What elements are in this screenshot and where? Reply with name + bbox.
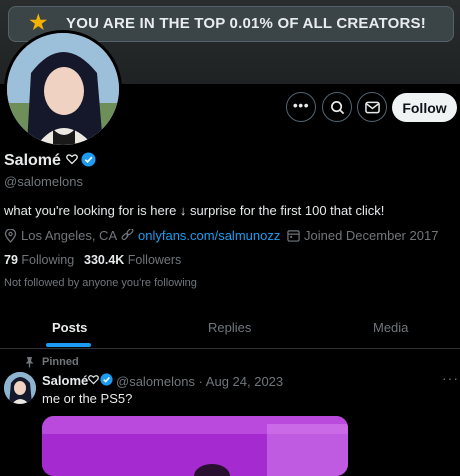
tab-replies[interactable]: Replies — [208, 320, 251, 335]
message-button[interactable] — [357, 92, 387, 122]
profile-avatar[interactable] — [4, 30, 122, 148]
more-icon: ••• — [292, 97, 310, 113]
post-handle-date[interactable]: @salomelons · Aug 24, 2023 — [116, 374, 283, 389]
link-icon — [121, 229, 134, 241]
post-author-avatar[interactable] — [4, 372, 36, 404]
calendar-icon — [287, 230, 300, 242]
post-author-name[interactable]: Salomé — [42, 373, 88, 388]
profile-handle: @salomelons — [4, 174, 83, 189]
achievement-text: YOU ARE IN THE TOP 0.01% OF ALL CREATORS… — [66, 15, 426, 32]
join-date: Joined December 2017 — [287, 228, 438, 243]
not-followed-text: Not followed by anyone you're following — [4, 277, 197, 289]
tab-posts[interactable]: Posts — [52, 320, 87, 335]
location-pin-icon — [4, 228, 17, 243]
tab-media[interactable]: Media — [373, 320, 408, 335]
profile-bio: what you're looking for is here ↓ surpri… — [4, 203, 385, 218]
following-stat[interactable]: 79 Following — [4, 253, 74, 267]
following-label: Following — [21, 253, 75, 267]
post-media-image[interactable] — [42, 416, 348, 476]
heart-icon — [66, 154, 78, 165]
search-icon — [330, 100, 344, 114]
followers-label: Followers — [127, 253, 182, 267]
location: Los Angeles, CA — [4, 228, 117, 243]
post-more-button[interactable]: ··· — [442, 370, 459, 386]
active-tab-indicator — [46, 343, 91, 347]
tabs-divider — [0, 348, 460, 349]
followers-count: 330.4K — [84, 253, 125, 267]
join-date-text: Joined December 2017 — [304, 228, 439, 243]
more-options-button[interactable]: ••• — [286, 92, 316, 122]
post-text: me or the PS5? — [42, 391, 133, 406]
followers-stat[interactable]: 330.4K Followers — [84, 253, 181, 267]
profile-name: Salomé — [4, 152, 61, 169]
star-icon: ★ — [28, 9, 49, 35]
profile-link[interactable]: onlyfans.com/salmunozz — [121, 228, 280, 243]
link-text[interactable]: onlyfans.com/salmunozz — [138, 228, 280, 243]
verified-badge-icon[interactable] — [100, 373, 113, 386]
heart-icon — [88, 375, 99, 385]
pinned-label: Pinned — [42, 356, 79, 368]
mail-icon — [364, 101, 380, 113]
follow-button[interactable]: Follow — [392, 93, 457, 122]
verified-badge-icon[interactable] — [81, 152, 96, 167]
location-text: Los Angeles, CA — [21, 228, 118, 243]
search-profile-button[interactable] — [322, 92, 352, 122]
following-count: 79 — [4, 253, 18, 267]
pin-icon — [25, 357, 34, 368]
